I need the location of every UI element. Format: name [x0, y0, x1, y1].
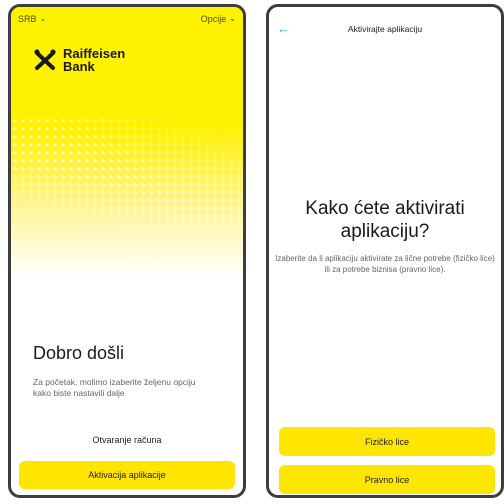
activation-type-screen: ← Aktivirajte aplikaciju Kako ćete aktiv… [266, 4, 504, 498]
welcome-description: Za početak, molimo izaberite željenu opc… [33, 377, 196, 398]
business-button[interactable]: Pravno lice [279, 465, 495, 494]
welcome-title: Dobro došli [33, 343, 125, 363]
welcome-screen: SRB ⌄ Opcije ⌄ Raiffeisen Bank Dobro doš… [8, 4, 246, 498]
activation-question-title: Kako ćete aktivirati aplikaciju? [305, 198, 465, 242]
raiffeisen-logo: Raiffeisen Bank [33, 47, 125, 73]
activation-description: Izaberite da li aplikaciju aktivirate za… [275, 254, 495, 274]
options-label: Opcije [200, 14, 227, 24]
activate-app-button[interactable]: Aktivacija aplikacije [19, 461, 235, 489]
options-menu[interactable]: Opcije ⌄ [201, 14, 236, 24]
brand-line-2: Bank [63, 59, 95, 74]
dot-pattern-decoration [11, 117, 243, 267]
raiffeisen-gable-icon [34, 49, 56, 70]
chevron-down-icon: ⌄ [39, 14, 47, 23]
individual-button[interactable]: Fizičko lice [279, 427, 495, 456]
top-bar: SRB ⌄ Opcije ⌄ [18, 14, 236, 28]
screen-header: ← Aktivirajte aplikaciju [269, 22, 501, 38]
header-title: Aktivirajte aplikaciju [347, 24, 423, 34]
chevron-down-icon: ⌄ [229, 14, 236, 23]
language-label: SRB [18, 14, 37, 24]
language-selector[interactable]: SRB ⌄ [18, 14, 46, 24]
open-account-link[interactable]: Otvaranje računa [11, 435, 243, 445]
